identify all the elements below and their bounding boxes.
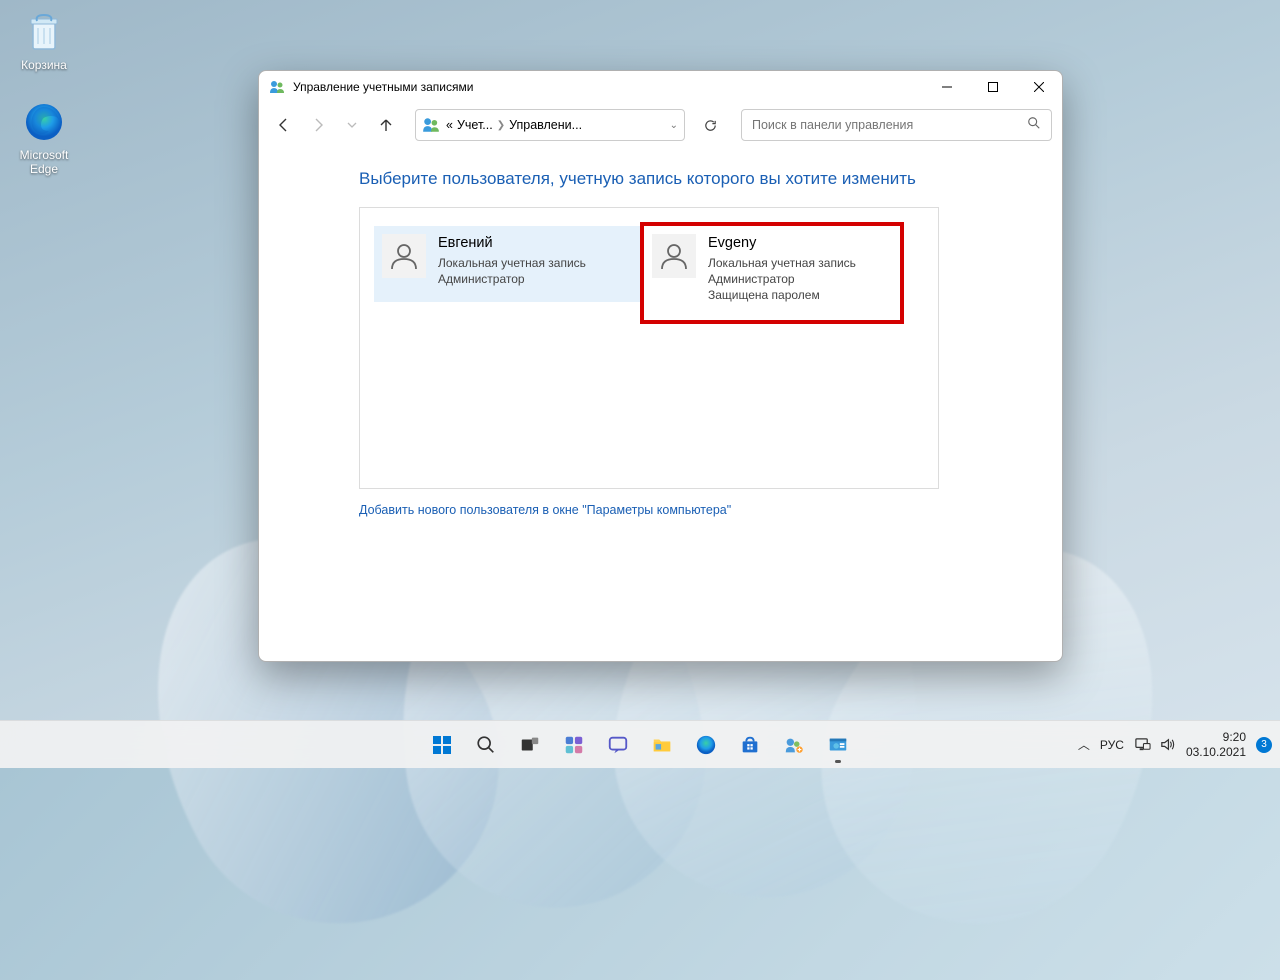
up-button[interactable] [371, 110, 401, 140]
user-card-evgeniy[interactable]: Евгений Локальная учетная запись Админис… [374, 226, 644, 302]
file-explorer-button[interactable] [642, 725, 682, 765]
desktop-recycle-bin[interactable]: Корзина [6, 10, 82, 72]
search-input[interactable] [752, 118, 1027, 132]
chat-button[interactable] [598, 725, 638, 765]
users-icon [422, 116, 440, 134]
avatar-icon [652, 234, 696, 278]
clock[interactable]: 9:20 03.10.2021 [1186, 730, 1246, 759]
widgets-button[interactable] [554, 725, 594, 765]
user-role: Администратор [438, 271, 586, 287]
date: 03.10.2021 [1186, 745, 1246, 759]
window-title: Управление учетными записями [293, 80, 924, 94]
content-area: Выберите пользователя, учетную запись ко… [259, 147, 1062, 661]
forward-button[interactable] [303, 110, 333, 140]
search-icon[interactable] [1027, 116, 1041, 135]
breadcrumb[interactable]: « Учет... ❯ Управлени... [446, 118, 666, 132]
user-type: Локальная учетная запись [708, 255, 856, 271]
network-icon [1134, 736, 1151, 753]
store-button[interactable] [730, 725, 770, 765]
desktop-edge[interactable]: Microsoft Edge [6, 100, 82, 176]
system-tray[interactable] [1134, 736, 1176, 753]
refresh-button[interactable] [695, 110, 725, 140]
users-icon [269, 79, 285, 95]
user-type: Локальная учетная запись [438, 255, 586, 271]
time: 9:20 [1186, 730, 1246, 744]
control-panel-button[interactable] [818, 725, 858, 765]
close-button[interactable] [1016, 71, 1062, 103]
taskbar: ︿ РУС 9:20 03.10.2021 3 [0, 720, 1280, 768]
minimize-button[interactable] [924, 71, 970, 103]
chevron-down-icon[interactable]: ⌄ [670, 120, 678, 131]
user-name: Евгений [438, 234, 586, 254]
notification-badge[interactable]: 3 [1256, 737, 1272, 753]
toolbar: « Учет... ❯ Управлени... ⌄ [259, 103, 1062, 147]
volume-icon [1159, 736, 1176, 753]
start-button[interactable] [422, 725, 462, 765]
user-card-evgeny-highlighted[interactable]: Evgeny Локальная учетная запись Админист… [640, 222, 904, 324]
page-heading: Выберите пользователя, учетную запись ко… [359, 169, 962, 189]
search-button[interactable] [466, 725, 506, 765]
language-indicator[interactable]: РУС [1100, 738, 1124, 752]
chevron-right-icon: ❯ [497, 120, 505, 131]
add-user-link[interactable]: Добавить нового пользователя в окне "Пар… [359, 503, 731, 517]
avatar-icon [382, 234, 426, 278]
user-protected: Защищена паролем [708, 287, 856, 303]
recycle-bin-icon [22, 10, 66, 54]
search-bar[interactable] [741, 109, 1052, 141]
user-name: Evgeny [708, 234, 856, 254]
desktop-icon-label: Microsoft Edge [6, 148, 82, 176]
tray-overflow-button[interactable]: ︿ [1078, 736, 1090, 753]
desktop-icon-label: Корзина [6, 58, 82, 72]
address-bar[interactable]: « Учет... ❯ Управлени... ⌄ [415, 109, 685, 141]
recent-dropdown[interactable] [337, 110, 367, 140]
maximize-button[interactable] [970, 71, 1016, 103]
back-button[interactable] [269, 110, 299, 140]
edge-icon [22, 100, 66, 144]
edge-button[interactable] [686, 725, 726, 765]
titlebar[interactable]: Управление учетными записями [259, 71, 1062, 103]
user-list: Евгений Локальная учетная запись Админис… [359, 207, 939, 489]
control-panel-window: Управление учетными записями « Учет... ❯… [258, 70, 1063, 662]
task-view-button[interactable] [510, 725, 550, 765]
taskbar-app-1[interactable] [774, 725, 814, 765]
user-role: Администратор [708, 271, 856, 287]
